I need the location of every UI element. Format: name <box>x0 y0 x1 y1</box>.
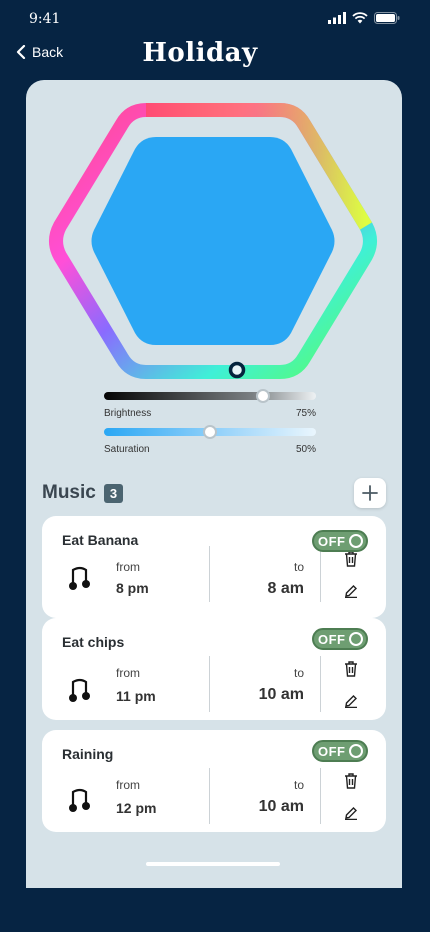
to-time: 8 am <box>267 580 304 597</box>
music-note-icon <box>69 788 90 812</box>
divider <box>320 656 321 712</box>
saturation-slider[interactable]: Saturation 50% <box>104 425 316 455</box>
color-picker[interactable] <box>46 96 380 386</box>
trash-icon <box>345 661 357 677</box>
to-label: to <box>293 560 304 574</box>
pencil-icon <box>345 585 357 598</box>
brightness-slider[interactable]: Brightness 75% <box>104 389 316 419</box>
from-label: from <box>116 560 140 574</box>
from-time: 8 pm <box>116 580 149 596</box>
toggle-knob <box>349 744 363 758</box>
toggle-label: OFF <box>318 533 346 549</box>
to-label: to <box>293 778 304 792</box>
battery-icon <box>374 12 400 24</box>
saturation-value: 50% <box>295 444 316 455</box>
toggle-knob <box>349 632 363 646</box>
signal-icon <box>328 12 346 24</box>
edit-button[interactable] <box>338 578 364 604</box>
music-card[interactable]: Raining from 12 pm to 10 am OFF <box>42 730 386 832</box>
to-time: 10 am <box>258 798 304 815</box>
hue-handle[interactable] <box>228 361 246 379</box>
divider <box>209 546 210 602</box>
music-section-header: Music 3 <box>42 482 124 504</box>
to-label: to <box>293 666 304 680</box>
edit-button[interactable] <box>338 688 364 714</box>
schedule-toggle[interactable]: OFF <box>312 740 368 762</box>
saturation-track[interactable] <box>104 425 316 439</box>
status-time: 9:41 <box>29 11 61 27</box>
page-title: Holiday <box>142 38 258 68</box>
divider <box>209 656 210 712</box>
delete-button[interactable] <box>338 768 364 794</box>
brightness-label: Brightness <box>104 408 152 419</box>
home-indicator <box>146 862 280 866</box>
toggle-knob <box>349 534 363 548</box>
music-note-icon <box>69 566 90 590</box>
from-label: from <box>116 666 140 680</box>
wifi-icon <box>352 12 368 24</box>
pencil-icon <box>345 695 357 708</box>
brightness-track[interactable] <box>104 389 316 403</box>
divider <box>320 546 321 602</box>
pencil-icon <box>345 807 357 820</box>
music-name: Eat chips <box>62 634 125 650</box>
music-count-badge: 3 <box>103 483 124 503</box>
schedule-toggle[interactable]: OFF <box>312 628 368 650</box>
music-note-icon <box>69 678 90 702</box>
trash-icon <box>345 773 357 789</box>
from-label: from <box>116 778 140 792</box>
music-name: Raining <box>62 746 114 762</box>
brightness-thumb[interactable] <box>256 389 270 403</box>
edit-button[interactable] <box>338 800 364 826</box>
from-time: 11 pm <box>116 688 156 704</box>
plus-icon <box>362 485 378 501</box>
main-panel: Brightness 75% Saturation 50% Music 3 Ea… <box>26 80 402 888</box>
toggle-label: OFF <box>318 743 346 759</box>
divider <box>209 768 210 824</box>
from-time: 12 pm <box>116 800 157 816</box>
color-preview <box>91 137 335 345</box>
brightness-value: 75% <box>295 408 316 419</box>
status-bar: 9:41 <box>0 0 430 40</box>
music-card[interactable]: Eat Banana from 8 pm to 8 am OFF <box>42 516 386 618</box>
trash-icon <box>345 551 357 567</box>
divider <box>320 768 321 824</box>
delete-button[interactable] <box>338 656 364 682</box>
status-icons <box>328 12 400 24</box>
add-music-button[interactable] <box>354 478 386 508</box>
toggle-label: OFF <box>318 631 346 647</box>
to-time: 10 am <box>258 686 304 703</box>
saturation-label: Saturation <box>104 444 150 455</box>
music-title: Music <box>42 482 96 503</box>
music-card[interactable]: Eat chips from 11 pm to 10 am OFF <box>42 618 386 720</box>
saturation-thumb[interactable] <box>203 425 217 439</box>
schedule-toggle[interactable]: OFF <box>312 530 368 552</box>
music-name: Eat Banana <box>62 532 139 548</box>
